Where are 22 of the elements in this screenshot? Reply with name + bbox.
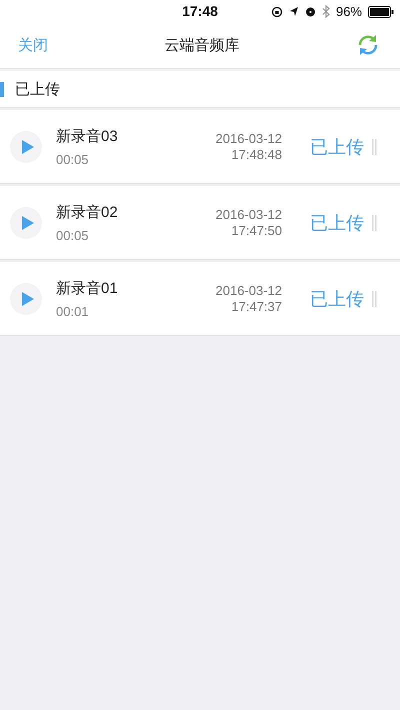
recording-date: 2016-03-12 [216, 283, 282, 298]
recording-row[interactable]: 新录音01 00:01 2016-03-12 17:47:37 已上传 [0, 262, 400, 336]
recording-name: 新录音02 [56, 202, 119, 222]
recording-time: 17:47:37 [231, 299, 282, 314]
page-title: 云端音频库 [164, 36, 240, 54]
upload-status: 已上传 [310, 212, 364, 234]
recording-duration: 00:05 [56, 228, 90, 242]
recording-time: 17:48:48 [231, 147, 282, 162]
battery-percent: 96% [336, 4, 362, 19]
recording-date: 2016-03-12 [216, 131, 282, 146]
recording-row[interactable]: 新录音02 00:05 2016-03-12 17:47:50 已上传 [0, 186, 400, 260]
section-title: 已上传 [15, 80, 60, 98]
recording-row[interactable]: 新录音03 00:05 2016-03-12 17:48:48 已上传 [0, 110, 400, 184]
recording-time: 17:47:50 [231, 223, 282, 238]
recording-duration: 00:01 [56, 304, 90, 318]
upload-status: 已上传 [310, 288, 364, 310]
recording-name: 新录音03 [56, 126, 119, 146]
recording-date: 2016-03-12 [216, 207, 282, 222]
recording-name: 新录音01 [56, 278, 119, 298]
recording-duration: 00:05 [56, 152, 90, 166]
upload-status: 已上传 [310, 136, 364, 158]
clock-time: 17:48 [182, 3, 218, 19]
